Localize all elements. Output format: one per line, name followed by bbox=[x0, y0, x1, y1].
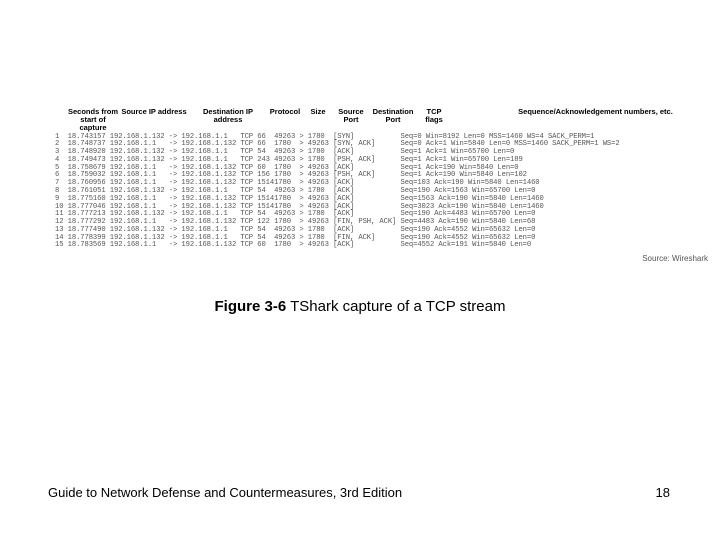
col-header-seq-ack: Sequence/Acknowledgement numbers, etc. bbox=[481, 108, 710, 132]
table-header-row: Seconds from start of capture Source IP … bbox=[55, 108, 710, 134]
tshark-capture-figure: Seconds from start of capture Source IP … bbox=[55, 108, 710, 263]
packet-rows: 1 18.743157 192.168.1.132 -> 192.168.1.1… bbox=[55, 134, 710, 250]
source-credit: Source: Wireshark bbox=[55, 254, 710, 263]
figure-label: Figure 3-6 bbox=[215, 298, 287, 315]
figure-caption: Figure 3-6 TShark capture of a TCP strea… bbox=[0, 298, 720, 315]
col-header-size: Size bbox=[303, 108, 333, 132]
footer-book-title: Guide to Network Defense and Countermeas… bbox=[48, 485, 402, 500]
col-header-src-ip: Source IP address bbox=[119, 108, 189, 132]
figure-caption-text: TShark capture of a TCP stream bbox=[286, 298, 505, 315]
col-header-dst-ip: Destination IP address bbox=[189, 108, 267, 132]
col-header-protocol: Protocol bbox=[267, 108, 303, 132]
col-header-src-port: Source Port bbox=[333, 108, 369, 132]
col-header-num bbox=[55, 108, 67, 132]
col-header-dst-port: Destination Port bbox=[369, 108, 417, 132]
footer-page-number: 18 bbox=[656, 485, 670, 500]
col-header-tcp-flags: TCP flags bbox=[417, 108, 451, 132]
col-header-seconds: Seconds from start of capture bbox=[67, 108, 119, 132]
